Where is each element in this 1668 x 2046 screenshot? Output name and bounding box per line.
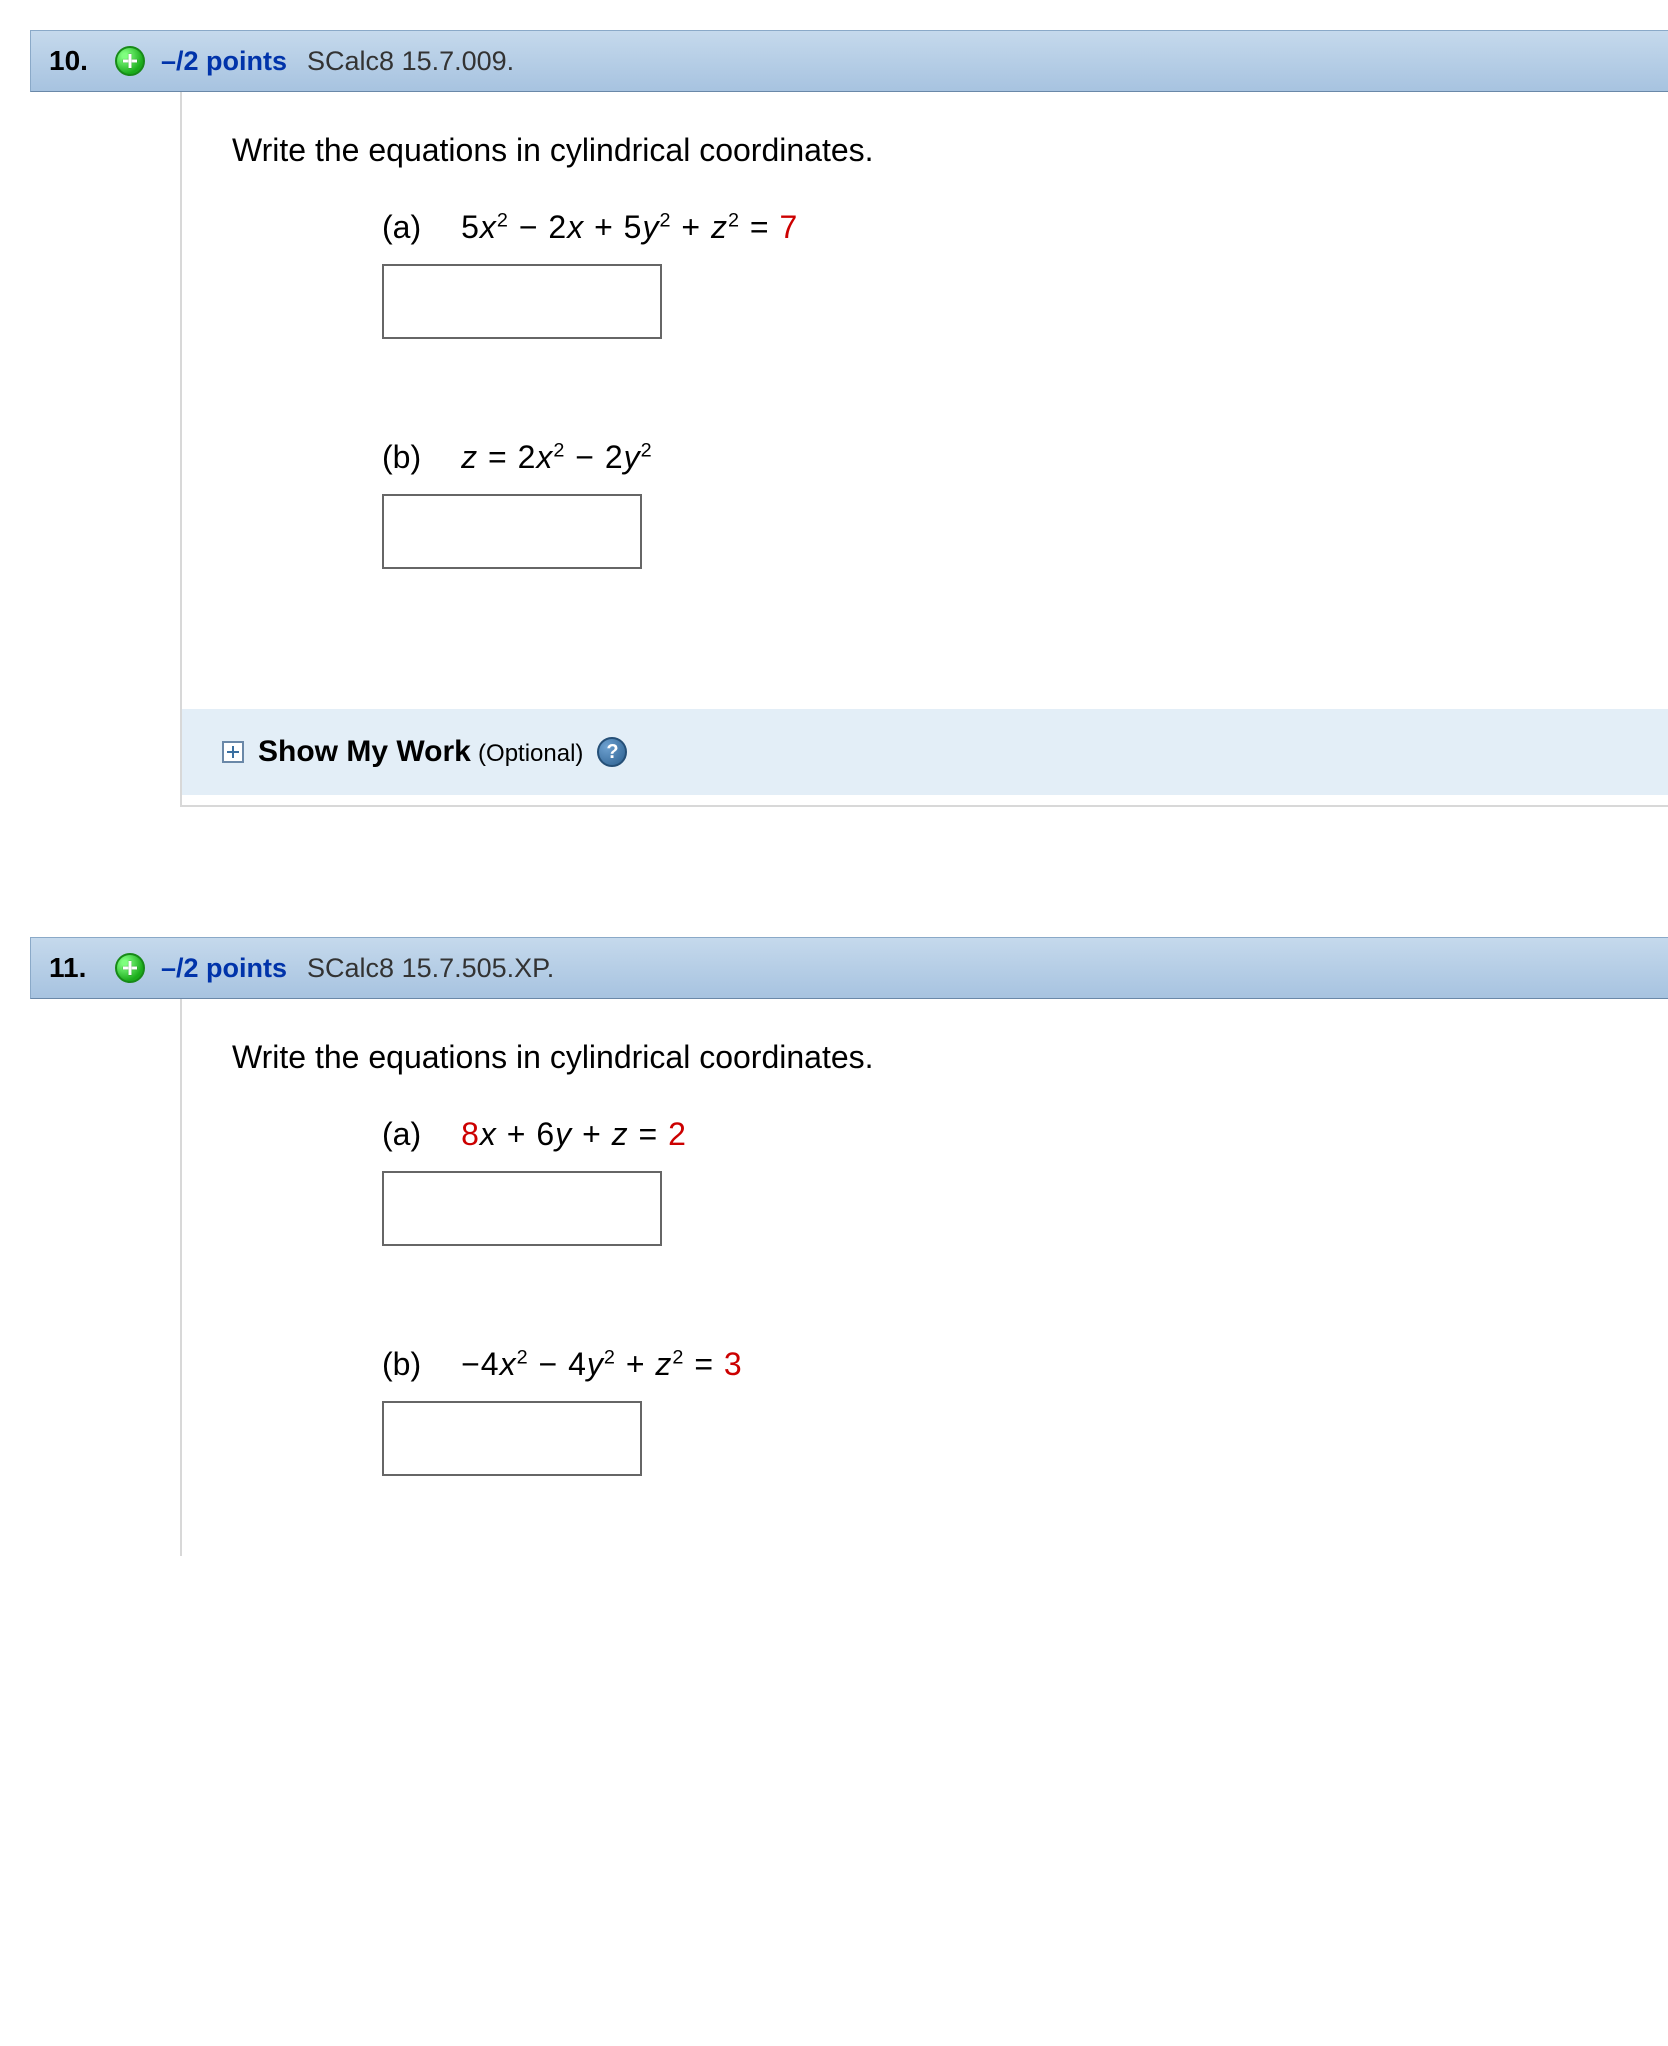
part-label: (b) (382, 1346, 421, 1383)
answer-input-b[interactable] (382, 494, 642, 569)
part-label: (b) (382, 439, 421, 476)
equation: 8x + 6y + z = 2 (461, 1116, 687, 1153)
equation: −4x2 − 4y2 + z2 = 3 (461, 1346, 743, 1383)
question-number: 10. (49, 45, 99, 77)
question-header: 11. –/2 points SCalc8 15.7.505.XP. (30, 937, 1668, 999)
show-my-work-toggle[interactable]: Show My Work (Optional) ? (182, 709, 1668, 795)
question-header: 10. –/2 points SCalc8 15.7.009. (30, 30, 1668, 92)
equation: 5x2 − 2x + 5y2 + z2 = 7 (461, 209, 798, 246)
points-label: –/2 points (161, 953, 287, 984)
show-work-label: Show My Work (Optional) (258, 735, 583, 769)
part-a: (a) 5x2 − 2x + 5y2 + z2 = 7 (382, 209, 1628, 339)
question-prompt: Write the equations in cylindrical coord… (232, 132, 1628, 169)
equation: z = 2x2 − 2y2 (461, 439, 653, 476)
question-id: SCalc8 15.7.009. (307, 46, 514, 77)
part-b: (b) z = 2x2 − 2y2 (382, 439, 1628, 569)
question-10: 10. –/2 points SCalc8 15.7.009. Write th… (30, 30, 1668, 807)
part-label: (a) (382, 1116, 421, 1153)
part-b: (b) −4x2 − 4y2 + z2 = 3 (382, 1346, 1628, 1476)
part-a: (a) 8x + 6y + z = 2 (382, 1116, 1628, 1246)
question-number: 11. (49, 952, 99, 984)
question-11: 11. –/2 points SCalc8 15.7.505.XP. Write… (30, 937, 1668, 1556)
answer-input-a[interactable] (382, 1171, 662, 1246)
points-label: –/2 points (161, 46, 287, 77)
question-id: SCalc8 15.7.505.XP. (307, 953, 554, 984)
answer-input-a[interactable] (382, 264, 662, 339)
question-body: Write the equations in cylindrical coord… (180, 999, 1668, 1556)
question-body: Write the equations in cylindrical coord… (180, 92, 1668, 807)
question-prompt: Write the equations in cylindrical coord… (232, 1039, 1628, 1076)
plus-box-icon (222, 741, 244, 763)
answer-input-b[interactable] (382, 1401, 642, 1476)
expand-icon[interactable] (115, 953, 145, 983)
help-icon[interactable]: ? (597, 737, 627, 767)
expand-icon[interactable] (115, 46, 145, 76)
part-label: (a) (382, 209, 421, 246)
